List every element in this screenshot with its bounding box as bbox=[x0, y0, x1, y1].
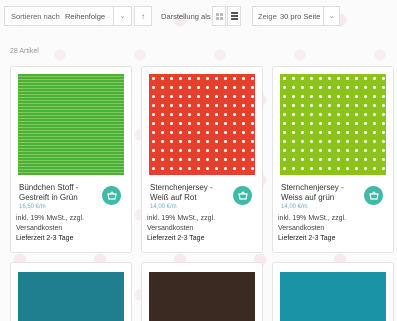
product-image[interactable] bbox=[280, 272, 386, 321]
add-to-cart-button[interactable] bbox=[364, 186, 383, 205]
product-tax-note: inkl. 19% MwSt., zzgl. Versandkosten bbox=[147, 215, 216, 232]
product-card[interactable] bbox=[10, 262, 132, 321]
sort-label: Sortieren nach bbox=[11, 11, 60, 21]
grid-view-icon bbox=[215, 12, 223, 20]
product-name[interactable]: Sternchenjersey - Weiß auf Rot bbox=[150, 183, 228, 203]
product-price: 14,00 €/m bbox=[281, 204, 308, 210]
product-delivery: Lieferzeit 2-3 Tage bbox=[147, 235, 205, 242]
product-price: 14,00 €/m bbox=[150, 204, 177, 210]
product-card[interactable]: Bündchen Stoff - Gestreift in Grün 16,50… bbox=[10, 66, 132, 253]
product-image[interactable] bbox=[18, 74, 124, 175]
arrow-up-icon: ↑ bbox=[141, 11, 145, 21]
product-image[interactable] bbox=[149, 74, 255, 175]
product-image[interactable] bbox=[149, 272, 255, 321]
per-page-value: 30 pro Seite bbox=[280, 11, 321, 21]
chevron-down-icon: ⌄ bbox=[113, 6, 131, 26]
chevron-down-icon: ⌄ bbox=[323, 6, 339, 26]
product-name[interactable]: Bündchen Stoff - Gestreift in Grün bbox=[19, 183, 97, 203]
list-view-button[interactable] bbox=[227, 6, 241, 26]
product-card[interactable]: Sternchenjersey - Weiß auf Rot 14,00 €/m… bbox=[141, 66, 263, 253]
article-count: 28 Artikel bbox=[10, 48, 39, 55]
sort-select[interactable]: Sortieren nach Reihenfolge ⌄ bbox=[4, 6, 132, 26]
basket-icon bbox=[368, 191, 379, 200]
basket-icon bbox=[237, 191, 248, 200]
product-card[interactable]: Sternchenjersey - Weiss auf grün 14,00 €… bbox=[272, 66, 394, 253]
product-tax-note: inkl. 19% MwSt., zzgl. Versandkosten bbox=[278, 215, 347, 232]
listing-toolbar: Sortieren nach Reihenfolge ⌄ ↑ Darstellu… bbox=[0, 6, 397, 28]
product-image[interactable] bbox=[18, 272, 124, 321]
product-price: 16,50 €/m bbox=[19, 204, 46, 210]
list-view-icon bbox=[230, 12, 238, 20]
sort-order-button[interactable]: ↑ bbox=[134, 6, 152, 26]
view-label: Darstellung als bbox=[161, 12, 211, 21]
product-name[interactable]: Sternchenjersey - Weiss auf grün bbox=[281, 183, 359, 203]
product-tax-note: inkl. 19% MwSt., zzgl. Versandkosten bbox=[16, 215, 85, 232]
product-image[interactable] bbox=[280, 74, 386, 175]
per-page-select[interactable]: Zeige 30 pro Seite ⌄ bbox=[252, 6, 340, 26]
basket-icon bbox=[106, 191, 117, 200]
grid-view-button[interactable] bbox=[212, 6, 226, 26]
per-page-label: Zeige bbox=[258, 11, 277, 21]
sort-value: Reihenfolge bbox=[65, 11, 106, 21]
product-delivery: Lieferzeit 2-3 Tage bbox=[278, 235, 336, 242]
product-card[interactable] bbox=[272, 262, 394, 321]
product-delivery: Lieferzeit 2-3 Tage bbox=[16, 235, 74, 242]
add-to-cart-button[interactable] bbox=[102, 186, 121, 205]
add-to-cart-button[interactable] bbox=[233, 186, 252, 205]
product-card[interactable] bbox=[141, 262, 263, 321]
